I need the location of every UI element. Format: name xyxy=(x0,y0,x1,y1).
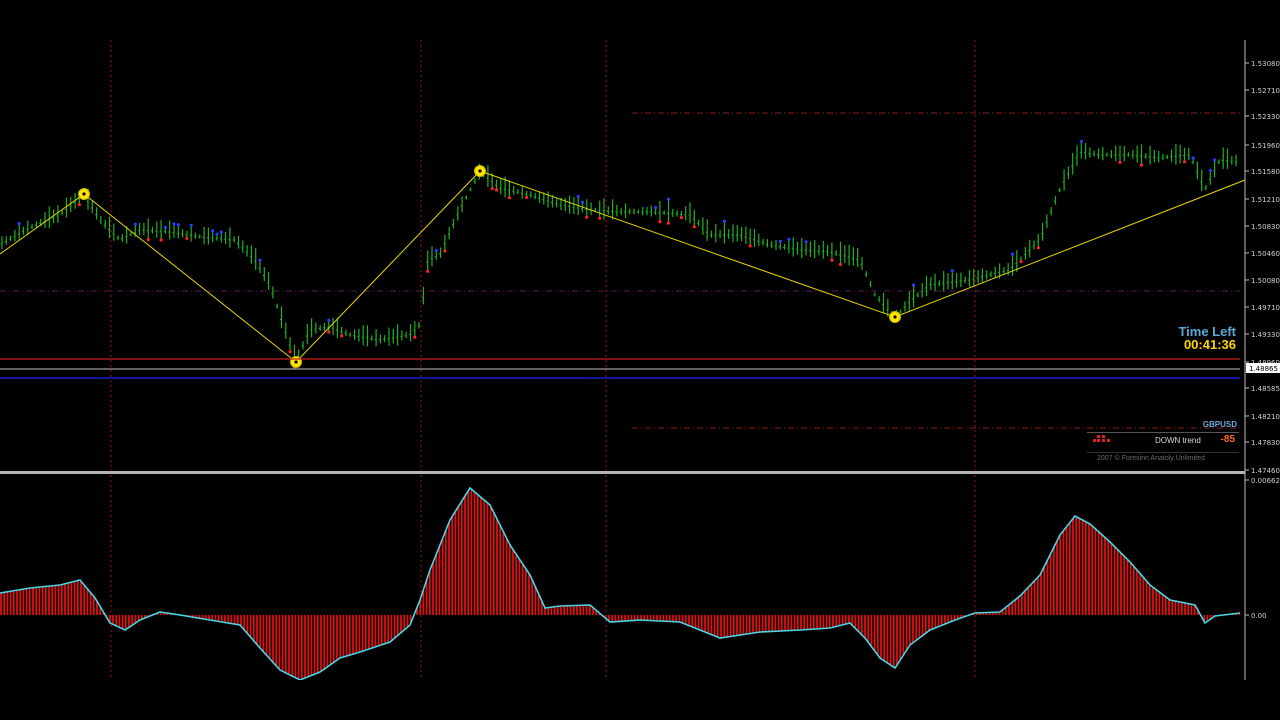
zigzag-pivot-center xyxy=(82,192,86,196)
price-axis-label: 1.49330 xyxy=(1251,331,1280,339)
fractal-up-dot xyxy=(215,232,219,236)
chart-window[interactable]: 1.53080 1.52710 1.52330 1.51960 1.51580 1.512… xyxy=(0,40,1280,680)
fractal-down-dot xyxy=(146,237,150,242)
fractal-up-dot xyxy=(258,258,262,262)
fractal-up-dot xyxy=(189,223,193,227)
fractal-down-dot xyxy=(838,262,843,267)
fractal-up-dot xyxy=(172,222,176,226)
fractal-down-dot xyxy=(507,196,511,200)
fractal-down-dot xyxy=(692,225,696,229)
price-axis-label: 1.53080 xyxy=(1251,60,1280,68)
fractal-up-dot xyxy=(1213,158,1217,162)
fractal-up-dot xyxy=(804,240,808,244)
price-axis-label: 1.50460 xyxy=(1251,250,1280,258)
fractal-down-dot xyxy=(585,215,589,219)
zigzag-layer xyxy=(0,165,1246,368)
price-axis-label: 1.52710 xyxy=(1251,87,1280,95)
fractal-up-dot xyxy=(722,219,727,223)
fractal-down-dot xyxy=(327,330,331,334)
fractal-down-dot xyxy=(426,269,430,273)
fractal-up-dot xyxy=(778,239,782,244)
price-axis-label: 1.48210 xyxy=(1251,413,1280,421)
fractal-up-dot xyxy=(950,269,954,273)
fractal-up-dot xyxy=(1010,252,1015,256)
price-axis-label: 1.49710 xyxy=(1251,304,1280,312)
price-chart[interactable]: 1.53080 1.52710 1.52330 1.51960 1.51580 1.512… xyxy=(0,40,1280,680)
fractal-down-dot xyxy=(443,249,447,253)
levels-layer xyxy=(0,358,1245,474)
fractal-down-dot xyxy=(340,334,344,338)
fractal-up-dot xyxy=(912,283,916,287)
fractal-down-dot xyxy=(748,244,752,248)
fractal-down-dot xyxy=(830,258,834,262)
trend-value: -85 xyxy=(1220,434,1235,445)
fractal-down-dot xyxy=(413,335,417,339)
fractal-up-dot xyxy=(1079,139,1083,144)
price-axis-label: 1.50830 xyxy=(1251,223,1280,231)
price-axis-label: 1.50080 xyxy=(1251,277,1280,285)
price-axis-label: 1.47830 xyxy=(1251,439,1280,447)
fractal-up-dot xyxy=(211,229,215,233)
fractal-down-dot xyxy=(1182,160,1187,164)
fractal-down-dot xyxy=(679,216,684,220)
time-left-value: 00:41:36 xyxy=(1183,337,1236,352)
fractal-up-dot xyxy=(434,248,438,253)
fractal-down-dot xyxy=(525,195,529,200)
fractal-up-dot xyxy=(576,194,580,199)
fractal-down-dot xyxy=(658,219,662,224)
price-axis-label: 1.47460 xyxy=(1251,467,1280,475)
fractal-down-dot xyxy=(1139,163,1144,167)
zigzag-pivot-center xyxy=(478,169,482,173)
fractal-up-dot xyxy=(133,222,137,226)
panel-separator xyxy=(0,471,1245,474)
price-axis: 1.53080 1.52710 1.52330 1.51960 1.51580 1.512… xyxy=(1244,40,1280,680)
fractal-up-dot xyxy=(1191,156,1195,160)
trend-dots-icon xyxy=(1093,434,1111,446)
fractal-up-dot xyxy=(787,237,791,241)
indicator-axis-top-label: 0.00662 xyxy=(1251,477,1280,485)
zigzag-line xyxy=(0,170,1246,363)
candles-layer xyxy=(0,139,1237,369)
indicator-axis-zero-label: 0.00 xyxy=(1251,612,1267,620)
trend-label: DOWN trend xyxy=(1155,436,1201,445)
fractal-up-dot xyxy=(1208,168,1212,173)
fractal-up-dot xyxy=(666,197,671,201)
fractal-down-dot xyxy=(1118,160,1122,164)
fractal-up-dot xyxy=(219,230,223,234)
fractal-up-dot xyxy=(176,223,180,227)
trend-info-panel: GBPUSD DOWN trend -85 2007 © Forexinn An… xyxy=(1087,418,1239,473)
histogram-layer xyxy=(0,486,1241,680)
fractal-up-dot xyxy=(163,225,167,230)
fractal-down-dot xyxy=(1019,260,1023,264)
zigzag-pivot-center xyxy=(294,360,298,364)
price-axis-label: 1.51960 xyxy=(1251,142,1280,150)
fractal-up-dot xyxy=(580,200,585,204)
panel-divider-bottom xyxy=(1087,452,1239,453)
price-axis-label: 1.51580 xyxy=(1251,168,1280,176)
fractal-down-dot xyxy=(490,186,494,191)
panel-divider xyxy=(1087,432,1239,433)
fractal-down-dot xyxy=(288,350,292,354)
copyright-label: 2007 © Forexinn Anatoly Unlimited xyxy=(1097,455,1205,462)
price-axis-label: 1.52330 xyxy=(1251,113,1280,121)
fractal-down-dot xyxy=(159,238,163,242)
fractal-up-dot xyxy=(654,205,658,210)
symbol-label: GBPUSD xyxy=(1202,420,1237,429)
fractal-down-dot xyxy=(185,236,189,241)
fractal-down-dot xyxy=(666,221,671,225)
zigzag-pivot-center xyxy=(893,315,897,319)
fractal-down-dot xyxy=(494,188,499,192)
fractal-down-dot xyxy=(598,216,602,220)
fractal-down-dot xyxy=(77,203,81,207)
fractal-down-dot xyxy=(1036,246,1040,250)
price-axis-label: 1.51210 xyxy=(1251,196,1280,204)
fractal-up-dot xyxy=(17,222,21,226)
fractal-up-dot xyxy=(327,318,331,322)
current-price-tag-label: 1.48865 xyxy=(1249,365,1278,373)
price-axis-label: 1.48585 xyxy=(1251,385,1280,393)
